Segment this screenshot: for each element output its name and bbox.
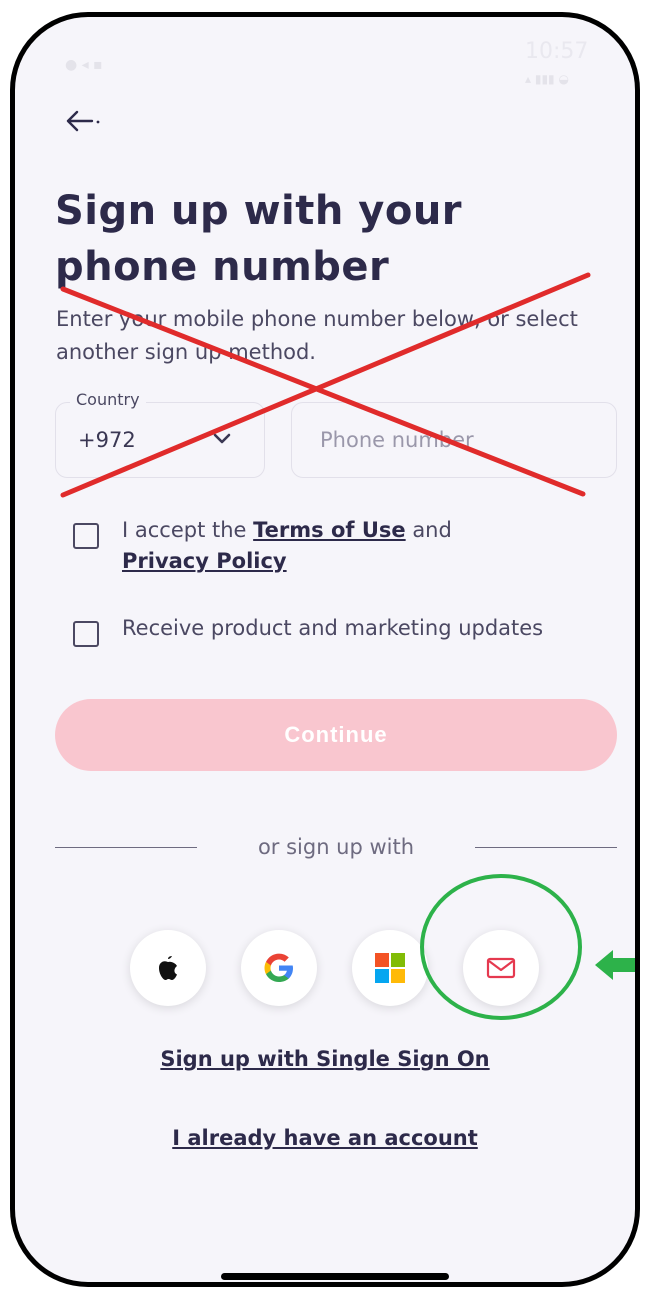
marketing-label: Receive product and marketing updates	[122, 616, 544, 640]
status-time: 10:57	[525, 39, 589, 64]
existing-account-link[interactable]: I already have an account	[15, 1126, 635, 1150]
green-arrow-icon	[595, 950, 635, 980]
status-icons-left: ● ◂ ▪	[65, 57, 103, 73]
google-signup-button[interactable]	[241, 930, 317, 1006]
terms-checkbox[interactable]	[73, 523, 99, 549]
terms-text: I accept the Terms of Use and Privacy Po…	[122, 518, 452, 573]
continue-button[interactable]: Continue	[55, 699, 617, 771]
apple-signup-button[interactable]	[130, 930, 206, 1006]
divider-right	[475, 847, 617, 848]
marketing-checkbox[interactable]	[73, 621, 99, 647]
arrow-left-icon	[66, 110, 100, 132]
google-icon	[264, 953, 293, 982]
email-highlight-circle	[420, 874, 582, 1020]
apple-icon	[159, 956, 177, 980]
status-icons-right: ▴ ▮▮▮ ◒	[525, 72, 569, 86]
single-sign-on-link[interactable]: Sign up with Single Sign On	[15, 1047, 635, 1071]
divider-left	[55, 847, 197, 848]
back-button[interactable]	[55, 101, 109, 141]
home-indicator	[221, 1273, 449, 1280]
red-cross-annotation	[60, 272, 591, 498]
microsoft-signup-button[interactable]	[352, 930, 428, 1006]
phone-frame: 10:57 ● ◂ ▪ ▴ ▮▮▮ ◒ Sign up with your ph…	[10, 12, 640, 1287]
microsoft-icon	[375, 953, 405, 983]
terms-of-use-link[interactable]: Terms of Use	[253, 518, 406, 542]
divider-text: or sign up with	[257, 835, 415, 859]
privacy-policy-link[interactable]: Privacy Policy	[122, 549, 287, 573]
